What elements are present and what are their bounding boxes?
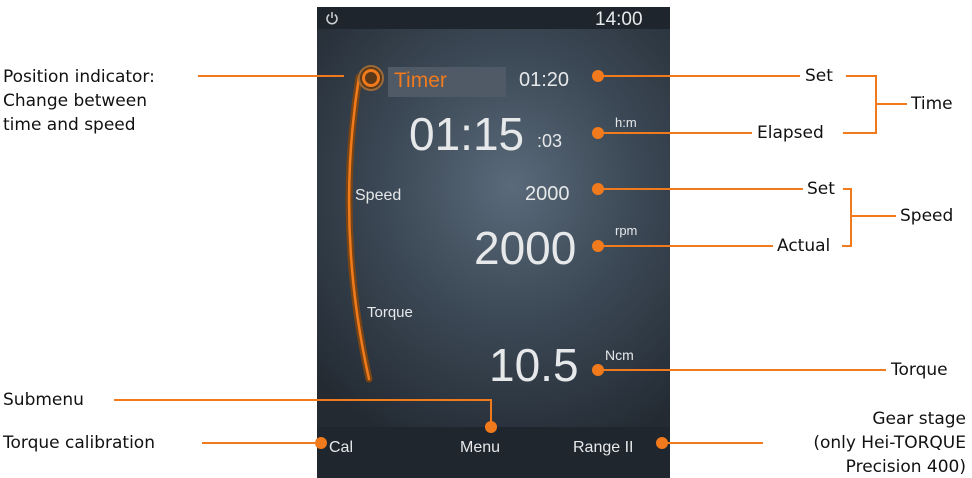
callout-speed-set: Set bbox=[807, 179, 835, 199]
callout-dot-speed-set bbox=[592, 183, 604, 195]
callout-position-indicator-line3: time and speed bbox=[3, 115, 136, 135]
callout-submenu: Submenu bbox=[3, 390, 84, 410]
callout-dot-submenu bbox=[485, 421, 497, 433]
callout-gear-stage-line3: Precision 400) bbox=[845, 457, 966, 477]
callout-elapsed: Elapsed bbox=[757, 123, 824, 143]
callout-dot-torque bbox=[592, 364, 604, 376]
callout-position-indicator-line1: Position indicator: bbox=[3, 67, 155, 87]
callout-speed: Speed bbox=[900, 206, 954, 226]
callout-dot-range bbox=[656, 437, 668, 449]
callout-dot-elapsed bbox=[592, 127, 604, 139]
callout-torque-calibration: Torque calibration bbox=[3, 433, 155, 453]
callout-gear-stage-line2: (only Hei-TORQUE bbox=[813, 433, 966, 453]
callout-torque: Torque bbox=[891, 360, 948, 380]
callout-dot-speed-actual bbox=[592, 240, 604, 252]
callout-gear-stage-line1: Gear stage bbox=[872, 409, 966, 429]
callout-actual: Actual bbox=[777, 236, 831, 256]
callout-dot-timer-set bbox=[592, 70, 604, 82]
callout-position-indicator-line2: Change between bbox=[3, 91, 148, 111]
callout-dot-cal bbox=[315, 437, 327, 449]
callout-time-set: Set bbox=[805, 66, 833, 86]
callout-time: Time bbox=[911, 94, 953, 114]
